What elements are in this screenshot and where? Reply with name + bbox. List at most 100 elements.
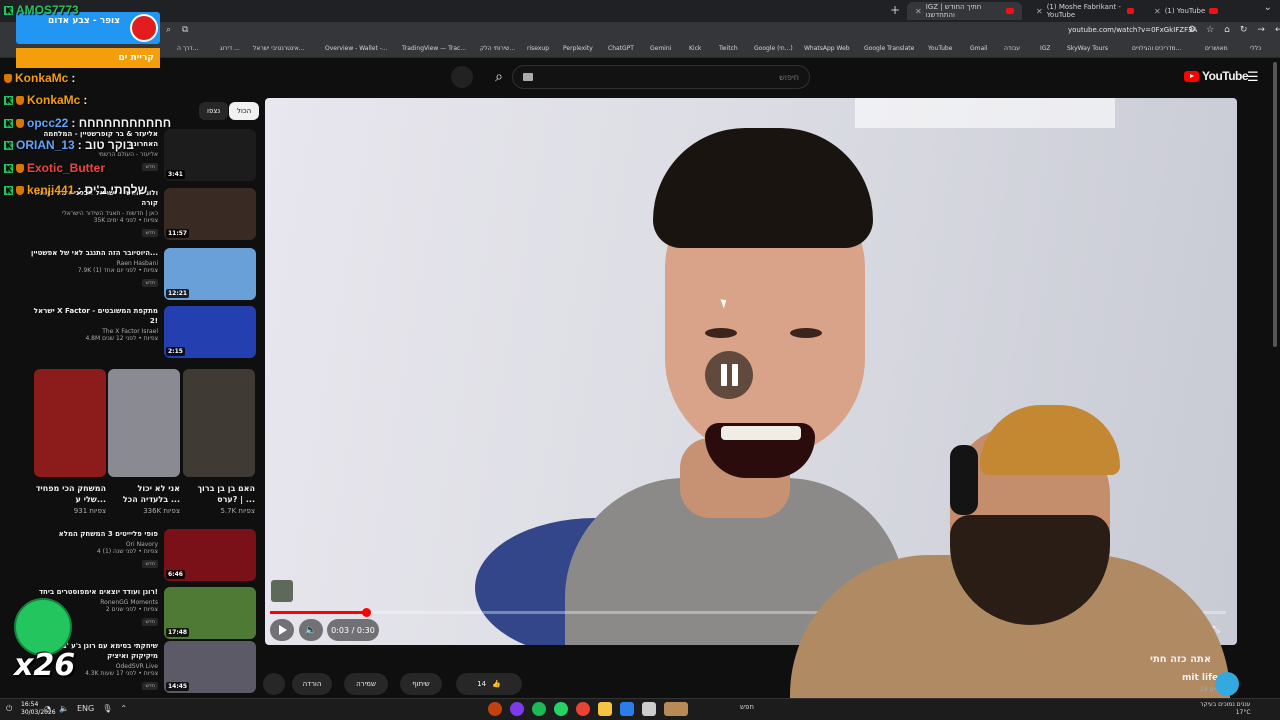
app-icon[interactable] [510,702,524,716]
video-frame-hair [653,128,873,248]
bookmark-item[interactable]: אינטרנטיבי ישראל... [253,45,305,52]
menu-icon[interactable]: ☰ [1247,70,1259,85]
bookmark-item[interactable]: TradingView — Trac... [402,45,466,52]
video-thumbnail[interactable]: 17:48 [164,587,256,639]
chip-all[interactable]: הכול [229,102,260,120]
settings-sliders-icon[interactable]: ⚙ [1188,25,1196,35]
short-thumbnail[interactable] [108,369,180,477]
tab-search-icon[interactable]: ⌄ [1264,2,1272,13]
wifi-icon[interactable]: ◔ [44,704,51,713]
recommendation-item[interactable]: 2:15 ישראל X Factor - מתקפת המשובטים 2! T… [30,306,256,362]
bookmark-item[interactable]: ChatGPT [608,45,634,52]
pause-overlay-button[interactable] [705,351,753,399]
browser-tab-1[interactable]: ✕ IGZ | חתיך החודש והתחדשנו [907,2,1022,20]
bookmark-item[interactable]: Google (תי...) [754,45,793,52]
bookmark-item[interactable]: risexup [527,45,549,52]
bookmark-item[interactable]: עבודה [1004,45,1020,52]
home-icon[interactable]: ⌂ [1224,25,1230,35]
short-meta[interactable]: האם בן בן ברוך ערס? | ... 5.7K צפיות [183,483,255,515]
chip-watched[interactable]: נצפו [199,102,229,120]
voice-search-button[interactable] [451,66,473,88]
bookmark-item[interactable]: SkyWay Tours [1067,45,1108,52]
search-lens-icon[interactable]: ⌕ [166,25,171,35]
channel-avatar[interactable] [1215,672,1239,696]
app-icon[interactable] [488,702,502,716]
video-frame-eye [705,328,737,338]
share-button[interactable]: שיתוף [400,673,442,695]
widget-icon[interactable] [664,702,688,716]
file-explorer-icon[interactable] [598,702,612,716]
short-meta[interactable]: המשחק הכי מפחיד שלי ע... 931 צפיות [34,483,106,515]
tray-expand-icon[interactable]: ⌃ [120,704,127,713]
video-thumbnail[interactable]: 12:21 [164,248,256,300]
channel-watermark-avatar[interactable] [271,580,293,602]
url-field[interactable]: youtube.com/watch?v=0FxGkIFZF3A [1068,26,1197,34]
bookmark-item[interactable]: Google Translate [864,45,914,52]
recommendation-item[interactable]: 12:21 היוטיובר הזה התנגב לאי של אפשטיין.… [30,248,256,304]
star-bookmark-icon[interactable]: ☆ [1206,25,1214,35]
close-tab-icon[interactable]: ✕ [1036,7,1043,16]
forward-icon[interactable]: → [1257,25,1265,35]
app-icon[interactable] [642,702,656,716]
short-thumbnail[interactable] [183,369,255,477]
notifications-icon[interactable]: ⏻ [6,704,12,714]
webcam-cap [980,405,1120,475]
volume-button[interactable]: 🔈 [299,619,323,641]
video-thumbnail[interactable]: 2:15 [164,306,256,358]
close-tab-icon[interactable]: ✕ [1154,7,1161,16]
bookmark-item[interactable]: דרך ה... [177,45,198,52]
search-input[interactable] [513,66,809,88]
browser-tab-3[interactable]: ✕ (1) YouTube [1146,2,1246,20]
weather-widget[interactable]: עננים נמוכים בעיקר 17°C [1200,701,1251,717]
spotify-icon[interactable] [532,702,546,716]
download-button[interactable]: הורדה [292,673,332,695]
bookmark-item[interactable]: Kick [689,45,701,52]
like-button[interactable]: 14 👍 [456,673,522,695]
new-tab-button[interactable]: + [890,3,900,17]
video-thumbnail[interactable]: 14:45 [164,641,256,693]
bookmark-item[interactable]: מדריכים והגילויים... [1132,45,1181,52]
recommendation-item[interactable]: 6:46 פופי פליייטים 3 המשחק המלא Ori Navor… [30,529,256,585]
whatsapp-icon[interactable] [554,702,568,716]
bookmark-item[interactable]: Overview - Wallet -... [325,45,388,52]
short-meta[interactable]: אני לא יכול בלעדיה הכל ... 336K צפיות [108,483,180,515]
close-tab-icon[interactable]: ✕ [915,7,922,16]
play-button[interactable] [270,619,294,641]
bookmark-item[interactable]: דירוג ... [220,45,240,52]
store-icon[interactable] [620,702,634,716]
bookmark-item[interactable]: Twitch [719,45,738,52]
back-icon[interactable]: ← [1275,25,1280,35]
bookmark-item[interactable]: Gemini [650,45,671,52]
bookmark-item[interactable]: Gmail [970,45,988,52]
youtube-logo[interactable]: YouTube [1184,69,1249,83]
bookmark-item[interactable]: YouTube [928,45,952,52]
video-thumbnail[interactable]: 6:46 [164,529,256,581]
bookmark-item[interactable]: כללי [1250,45,1261,52]
bookmark-item[interactable]: שירותי הלק... [480,45,515,52]
reload-icon[interactable]: ↻ [1240,25,1248,35]
progress-scrubber[interactable] [361,608,371,617]
bookmark-item[interactable]: Perplexity [563,45,593,52]
mic-icon[interactable]: 🎙 [102,704,112,713]
page-scrollbar[interactable] [1273,62,1277,347]
browser-tab-2[interactable]: ✕ (1) Moshe Fabrikant - YouTube [1028,2,1142,20]
youtube-favicon-icon [1209,8,1219,14]
bookmark-item[interactable]: WhatsApp Web [804,45,850,52]
emote-combo-count: x26 [14,648,76,683]
taskbar-search[interactable]: חפש [740,703,754,711]
save-button[interactable]: שמירה [344,673,388,695]
bookmark-item[interactable]: מאושרים [1205,45,1228,52]
channel-name[interactable]: mit life [1182,673,1218,683]
video-thumbnail[interactable]: 3:41 [164,129,256,181]
search-button[interactable]: ⌕ [488,66,510,88]
cast-icon[interactable]: ⧉ [182,25,188,35]
language-indicator[interactable]: ENG [77,704,94,713]
volume-tray-icon[interactable]: 🔈 [59,704,69,713]
keyboard-icon[interactable] [523,73,533,81]
bookmark-item[interactable]: IGZ [1040,45,1051,52]
short-thumbnail[interactable] [34,369,106,477]
video-thumbnail[interactable]: 11:57 [164,188,256,240]
more-actions-button[interactable] [263,673,285,695]
chrome-icon[interactable] [576,702,590,716]
bookmarks-bar: דרך ה... דירוג ... אינטרנטיבי ישראל... O… [0,42,1280,58]
